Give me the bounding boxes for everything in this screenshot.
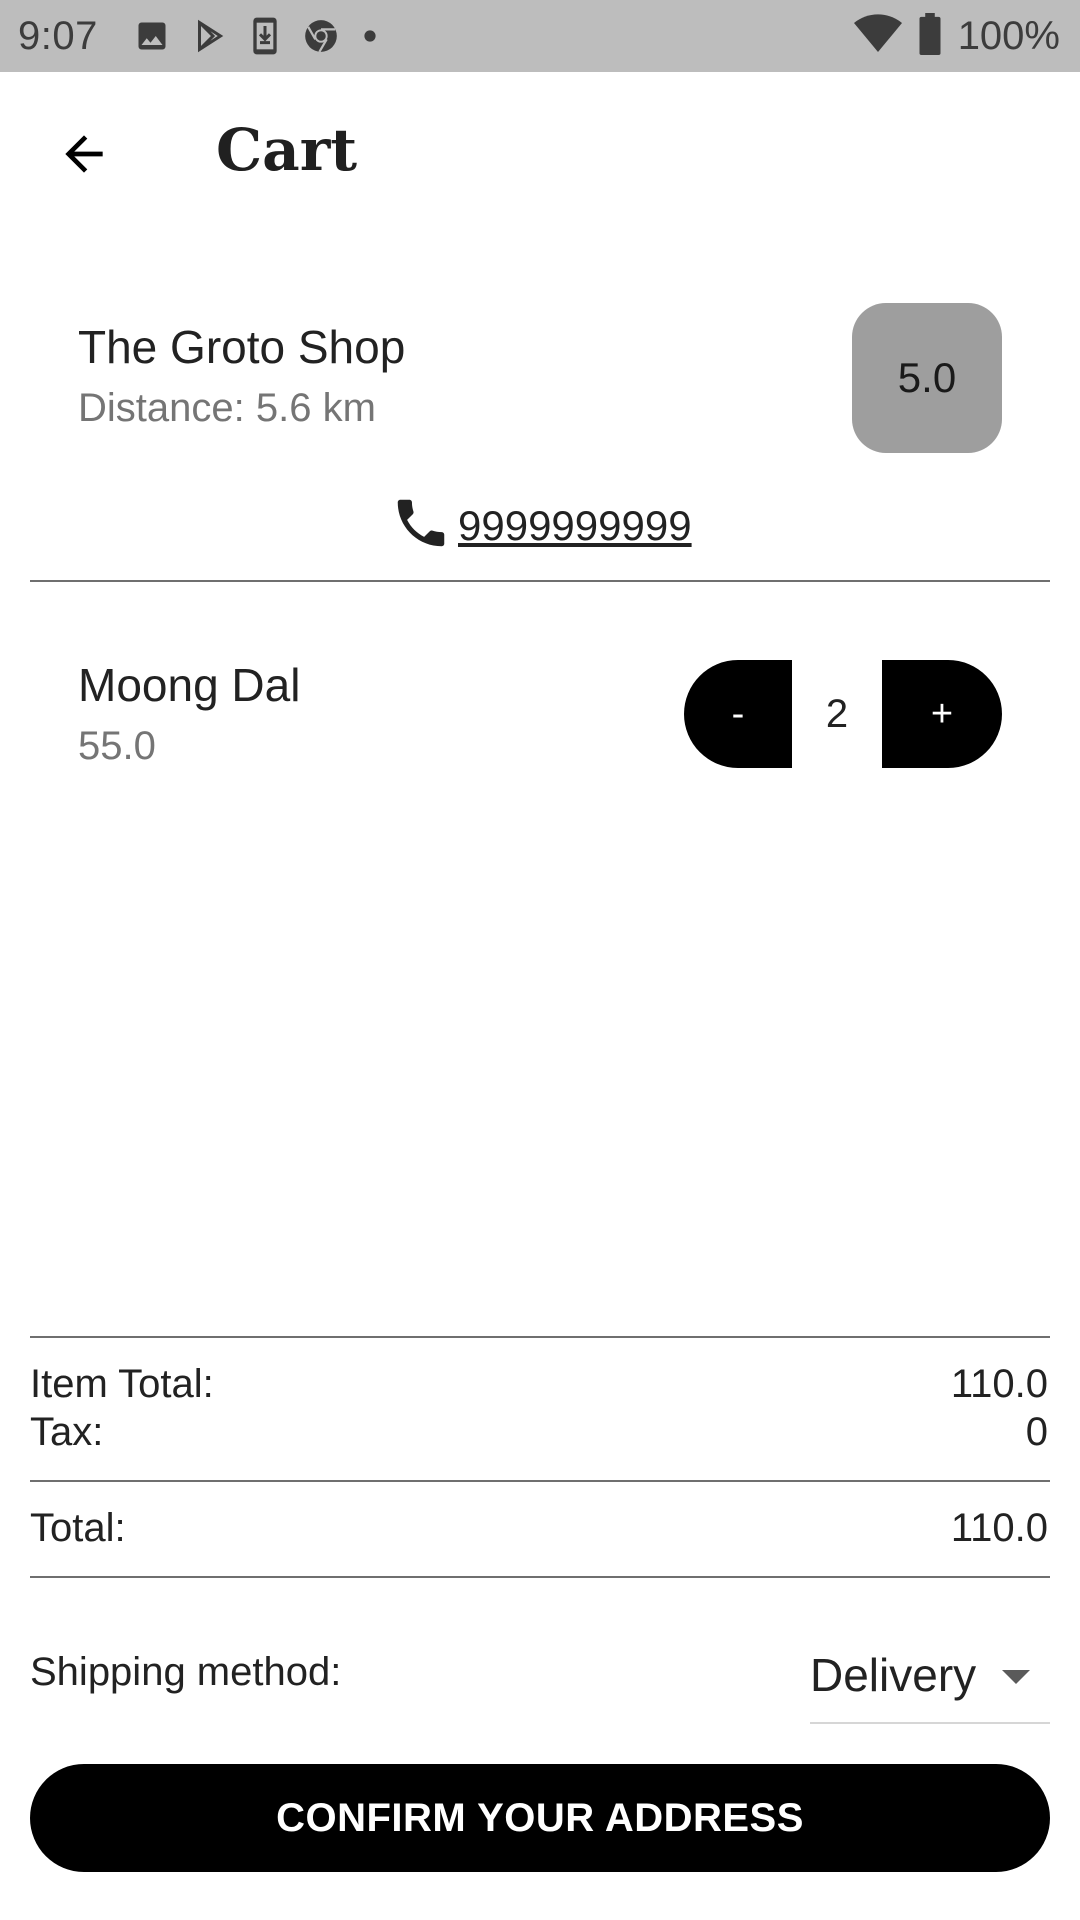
shop-distance: Distance: 5.6 km (78, 386, 376, 430)
increase-quantity-button[interactable]: + (882, 660, 1002, 768)
divider (30, 1336, 1050, 1338)
shipping-method-dropdown[interactable]: Delivery (810, 1640, 1050, 1724)
battery-icon (918, 12, 942, 60)
rating-value: 5.0 (897, 354, 957, 401)
rating-badge: 5.0 (852, 303, 1002, 453)
back-button[interactable] (48, 120, 120, 192)
tax-value: 0 (1025, 1410, 1048, 1454)
quantity-stepper: - 2 + (684, 660, 1002, 768)
divider (30, 1480, 1050, 1482)
phone-number: 9999999999 (458, 501, 692, 549)
chrome-icon (302, 17, 340, 55)
total-value: 110.0 (950, 1506, 1048, 1550)
divider (30, 580, 1050, 582)
image-icon (134, 18, 170, 54)
download-icon (250, 16, 280, 56)
confirm-address-button[interactable]: CONFIRM YOUR ADDRESS (30, 1764, 1050, 1872)
total-label: Total: (30, 1506, 126, 1550)
shop-name: The Groto Shop (78, 321, 406, 373)
wifi-icon (853, 13, 902, 59)
status-time: 9:07 (18, 14, 98, 58)
decrease-quantity-button[interactable]: - (684, 660, 792, 768)
play-store-icon (192, 18, 228, 54)
app-bar: Cart (0, 72, 1080, 242)
item-name: Moong Dal (78, 659, 301, 711)
phone-icon (390, 492, 452, 559)
dot-icon (362, 28, 378, 44)
divider (30, 1576, 1050, 1578)
page-title: Cart (216, 116, 358, 184)
shipping-method-label: Shipping method: (30, 1650, 342, 1694)
item-price: 55.0 (78, 724, 156, 768)
battery-percentage: 100% (957, 13, 1060, 58)
arrow-back-icon (56, 126, 112, 187)
item-total-label: Item Total: (30, 1362, 214, 1406)
dropdown-caret-icon (1002, 1670, 1030, 1684)
tax-label: Tax: (30, 1410, 104, 1454)
shipping-method-value: Delivery (810, 1649, 977, 1701)
status-bar: 9:07 100% (0, 0, 1080, 72)
status-right: 100% (853, 12, 1060, 60)
quantity-value: 2 (825, 691, 849, 736)
shop-phone-link[interactable]: 9999999999 (390, 492, 692, 559)
item-total-value: 110.0 (950, 1362, 1048, 1406)
notification-icons (134, 14, 378, 58)
